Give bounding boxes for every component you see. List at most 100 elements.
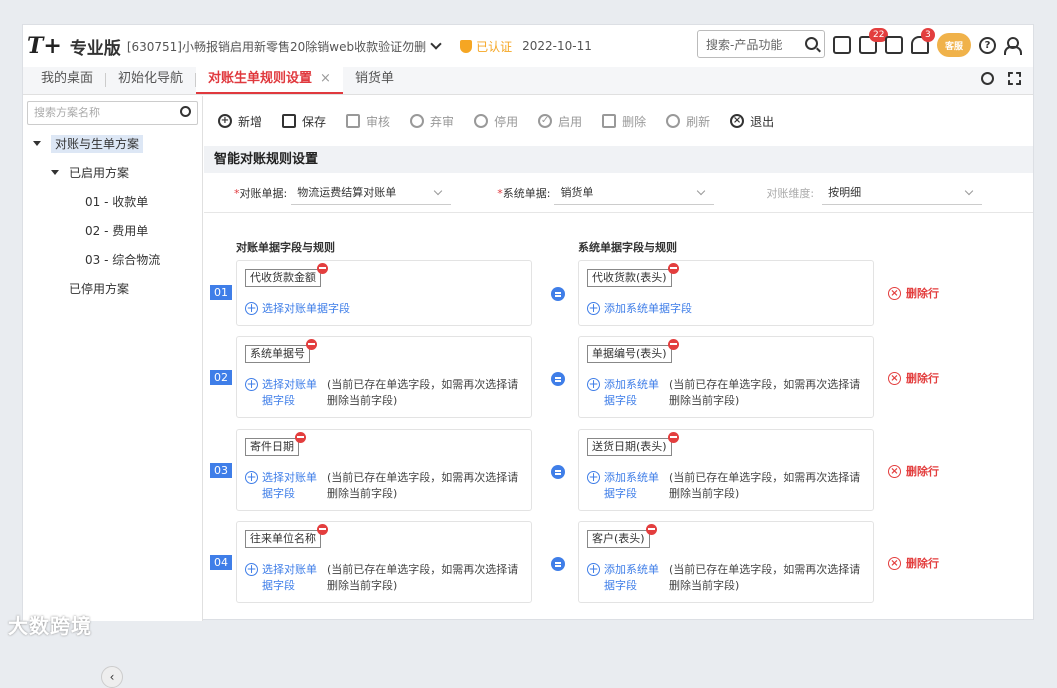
tree-item[interactable]: 03 - 综合物流 [23, 249, 202, 271]
select-field-link[interactable]: + 选择对账单据字段 [245, 562, 318, 594]
plus-icon: + [218, 114, 232, 128]
save-doc-icon[interactable] [833, 36, 851, 54]
right-column-header: 系统单据字段与规则 [578, 241, 677, 254]
tab-init-nav[interactable]: 初始化导航 [106, 66, 195, 94]
remove-icon[interactable] [317, 524, 328, 535]
help-icon[interactable]: ? [979, 36, 996, 54]
dimension-select[interactable]: 按明细 [822, 181, 983, 205]
tree-item[interactable]: 02 - 费用单 [23, 220, 202, 242]
hint-text: (当前已存在单选字段，如需再次选择请删除当前字段) [327, 378, 519, 407]
close-circle-icon: × [888, 286, 901, 300]
filter-row: *对账单据: 物流运费结算对账单 *系统单据: 销货单 对账维度: 按明细 [204, 173, 1033, 213]
bell-icon[interactable]: 3 [911, 28, 935, 54]
company-selector[interactable]: [630751]小畅报销启用新零售20除销web收款验证勿删 [127, 38, 426, 55]
left-field-card: 系统单据号 + 选择对账单据字段 (当前已存在单选字段，如需再次选择请删除当前字段… [236, 336, 532, 418]
remove-icon[interactable] [645, 524, 657, 535]
tree-disabled-group[interactable]: 已停用方案 [23, 278, 202, 300]
hint-text: (当前已存在单选字段，如需再次选择请删除当前字段) [669, 471, 861, 500]
right-field-card: 送货日期(表头) + 添加系统单据字段 (当前已存在单选字段，如需再次选择请删除当… [578, 429, 874, 511]
delete-row-button[interactable]: × 删除行 [888, 463, 939, 479]
select-field-link[interactable]: + 选择对账单据字段 [245, 470, 318, 502]
search-icon[interactable] [805, 37, 818, 50]
scheme-search-input[interactable]: 搜索方案名称 [27, 101, 198, 125]
delete-row-button[interactable]: × 删除行 [888, 285, 939, 301]
select-field-link[interactable]: + 选择对账单据字段 [245, 377, 318, 409]
delete-row-button[interactable]: × 删除行 [888, 555, 939, 571]
left-field-card: 寄件日期 + 选择对账单据字段 (当前已存在单选字段，如需再次选择请删除当前字段) [236, 429, 532, 511]
todo-list-icon[interactable]: 22 [859, 28, 889, 54]
app-window: T+ 专业版 [630751]小畅报销启用新零售20除销web收款验证勿删 已认… [22, 24, 1034, 688]
shield-icon [460, 39, 473, 53]
disable-button[interactable]: 停用 [474, 113, 518, 130]
tab-sales-doc[interactable]: 销货单 [343, 66, 406, 94]
trash-icon [602, 114, 617, 128]
plus-circle-icon: + [245, 470, 258, 484]
audit-button[interactable]: 审核 [346, 113, 390, 130]
row-number: 01 [210, 285, 232, 300]
tab-my-desktop[interactable]: 我的桌面 [23, 66, 105, 94]
caret-down-icon[interactable] [33, 141, 41, 146]
add-field-link[interactable]: + 添加系统单据字段 [587, 377, 660, 409]
caret-down-icon[interactable] [51, 170, 59, 175]
field-chip: 往来单位名称 [245, 524, 328, 548]
system-doc-select[interactable]: 销货单 [554, 181, 715, 205]
tree-item[interactable]: 01 - 收款单 [23, 191, 202, 213]
hint-text: (当前已存在单选字段，如需再次选择请删除当前字段) [327, 563, 519, 592]
right-field-card: 代收货款(表头) + 添加系统单据字段 [578, 260, 874, 326]
remove-icon[interactable] [295, 432, 306, 443]
tab-recon-rules[interactable]: 对账生单规则设置 × [196, 66, 343, 94]
field-chip: 代收货款金额 [245, 263, 328, 287]
search-icon[interactable] [981, 72, 994, 85]
field-chip: 单据编号(表头) [587, 339, 679, 363]
close-icon[interactable]: × [320, 71, 331, 86]
close-circle-icon: × [888, 464, 901, 478]
remove-icon[interactable] [667, 339, 679, 350]
collapse-sidebar-button[interactable]: ‹ [101, 666, 123, 688]
select-field-link[interactable]: + 选择对账单据字段 [245, 301, 350, 317]
plus-circle-icon: + [245, 301, 258, 315]
rule-row: 02 系统单据号 + 选择对账单据字段 (当前已存在单选字段，如需再次选择请删除当… [204, 336, 1033, 418]
recon-doc-select[interactable]: 物流运费结算对账单 [291, 181, 452, 205]
remove-icon[interactable] [317, 263, 328, 274]
search-icon[interactable] [180, 106, 191, 117]
rule-row: 04 往来单位名称 + 选择对账单据字段 (当前已存在单选字段，如需再次选择请删除… [204, 521, 1033, 603]
user-icon[interactable] [1004, 37, 1022, 55]
remove-icon[interactable] [306, 339, 317, 350]
chevron-down-icon[interactable] [430, 38, 442, 50]
add-field-link[interactable]: + 添加系统单据字段 [587, 301, 692, 317]
save-icon [282, 114, 297, 128]
tree-enabled-group[interactable]: 已启用方案 [23, 162, 202, 184]
watermark: 大数跨境 [8, 614, 92, 638]
main-panel: + 新增 保存 审核 弃审 停用 ✓ 启用 删除 刷新 × 退出 智能对账规则设置 *… [204, 96, 1033, 621]
equals-icon [551, 557, 565, 571]
equals-icon [551, 465, 565, 479]
save-button[interactable]: 保存 [282, 113, 326, 130]
message-badge: 3 [921, 28, 935, 42]
plus-circle-icon: + [587, 377, 600, 391]
rule-row: 03 寄件日期 + 选择对账单据字段 (当前已存在单选字段，如需再次选择请删除当前… [204, 429, 1033, 511]
message-icon[interactable] [885, 36, 903, 54]
add-field-link[interactable]: + 添加系统单据字段 [587, 562, 660, 594]
remove-icon[interactable] [667, 432, 679, 443]
fullscreen-icon[interactable] [1008, 72, 1021, 85]
remove-icon[interactable] [667, 263, 679, 274]
plus-circle-icon: + [587, 301, 600, 315]
equals-icon [551, 287, 565, 301]
refresh-button[interactable]: 刷新 [666, 113, 710, 130]
unaudit-button[interactable]: 弃审 [410, 113, 454, 130]
add-field-link[interactable]: + 添加系统单据字段 [587, 470, 660, 502]
customer-service-avatar[interactable]: 客服 [937, 33, 971, 57]
tree-root[interactable]: 对账与生单方案 [23, 133, 202, 155]
close-circle-icon: × [888, 371, 901, 385]
sidebar: 搜索方案名称 对账与生单方案 已启用方案 01 - 收款单 02 - 费用单 0… [23, 96, 203, 688]
delete-row-button[interactable]: × 删除行 [888, 370, 939, 386]
new-button[interactable]: + 新增 [218, 113, 262, 130]
product-search-input[interactable]: 搜索-产品功能 [697, 30, 825, 58]
row-number: 04 [210, 555, 232, 570]
exit-button[interactable]: × 退出 [730, 113, 774, 130]
row-number: 02 [210, 370, 232, 385]
toolbar: + 新增 保存 审核 弃审 停用 ✓ 启用 删除 刷新 × 退出 [204, 96, 1033, 146]
delete-button[interactable]: 删除 [602, 113, 646, 130]
enable-button[interactable]: ✓ 启用 [538, 113, 582, 130]
right-field-card: 单据编号(表头) + 添加系统单据字段 (当前已存在单选字段，如需再次选择请删除当… [578, 336, 874, 418]
